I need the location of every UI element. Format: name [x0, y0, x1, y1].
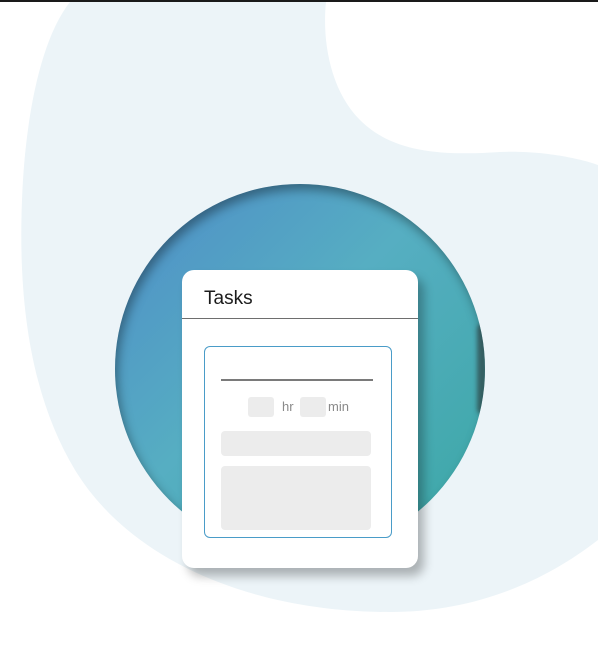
hours-input[interactable]	[248, 397, 274, 417]
card-divider	[182, 318, 418, 319]
card-title: Tasks	[204, 288, 253, 309]
hours-unit-label: hr	[282, 399, 294, 414]
minutes-input[interactable]	[300, 397, 326, 417]
minutes-unit-label: min	[328, 399, 349, 414]
task-short-field[interactable]	[221, 431, 371, 456]
task-title-input[interactable]	[221, 379, 373, 381]
task-notes-field[interactable]	[221, 466, 371, 530]
task-form-panel: hr min	[204, 346, 392, 538]
illustration-stage: Tasks hr min	[0, 0, 598, 648]
tasks-card: Tasks hr min	[182, 270, 418, 568]
